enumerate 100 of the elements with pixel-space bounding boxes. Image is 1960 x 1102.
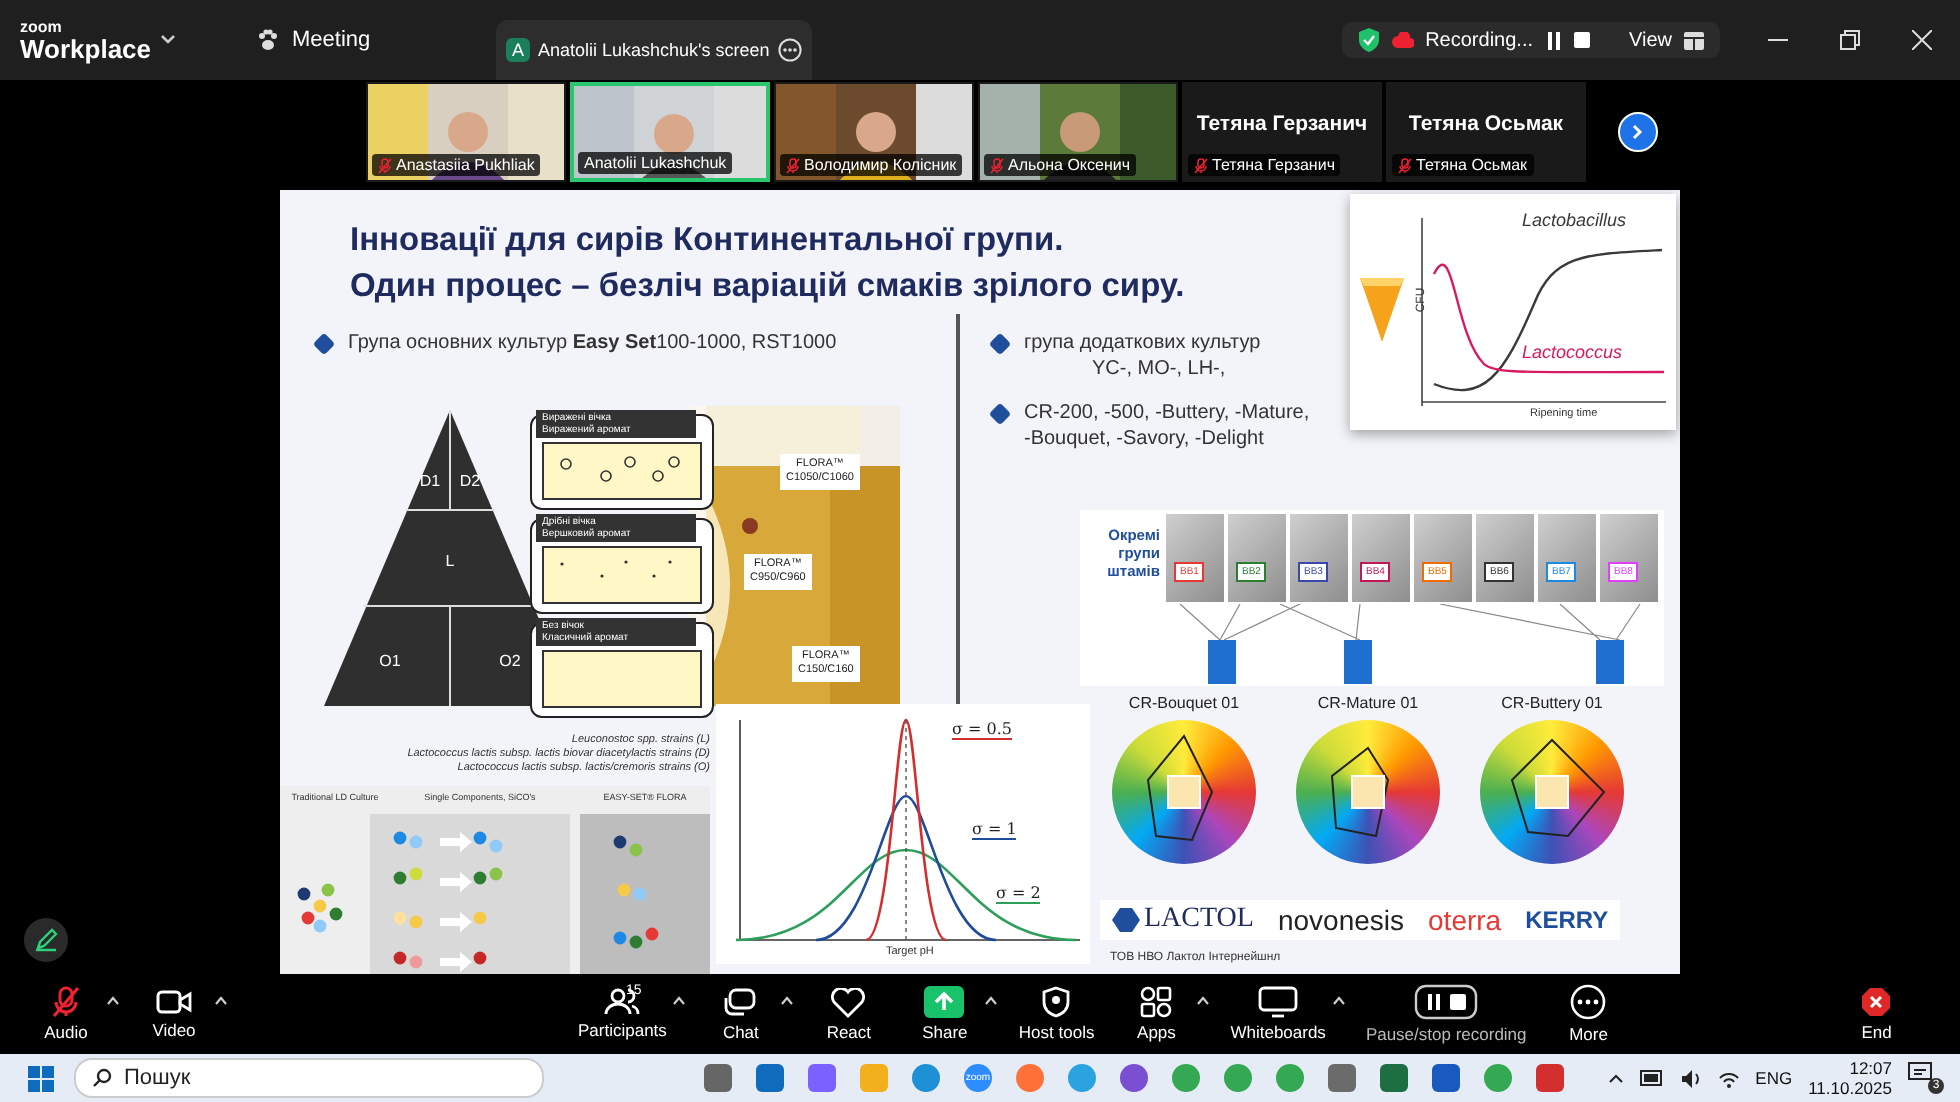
restore-icon[interactable] [1840, 30, 1860, 50]
app-icon[interactable] [1276, 1064, 1304, 1092]
bullet-text: група додаткових культур YC-, MO-, LH-, [1024, 330, 1261, 382]
curve-label: σ = 0.5 [952, 720, 1012, 740]
chevron-right-icon [1630, 124, 1646, 140]
bullet-icon [312, 332, 336, 356]
language-indicator[interactable]: ENG [1755, 1068, 1793, 1088]
participant-name: Тетяна Осьмак [1406, 112, 1566, 136]
caret-icon[interactable] [106, 995, 120, 1005]
share-tab[interactable]: A Anatolii Lukashchuk's screen [496, 20, 812, 80]
stop-icon[interactable] [1573, 32, 1589, 48]
app-icon[interactable] [756, 1064, 784, 1092]
participant-tile[interactable]: Альона Оксенич [978, 82, 1178, 182]
caret-icon[interactable] [672, 995, 687, 1005]
whiteboards-button[interactable]: Whiteboards [1230, 986, 1326, 1042]
app-icon[interactable] [1172, 1064, 1200, 1092]
share-icon [924, 986, 965, 1018]
shield-icon [1357, 28, 1380, 52]
app-icon[interactable] [1536, 1064, 1564, 1092]
app-icon[interactable] [912, 1064, 940, 1092]
app-icon[interactable] [1380, 1064, 1408, 1092]
close-icon[interactable] [1912, 30, 1932, 50]
search-field[interactable]: Пошук [74, 1058, 544, 1098]
end-icon [1860, 986, 1893, 1018]
participant-tile[interactable]: Володимир Колісник [774, 82, 974, 182]
cheese-icon [1358, 274, 1406, 346]
more-icon[interactable] [778, 38, 802, 62]
bullet-text: Група основних культур Easy Set100-1000, RST1000 [348, 330, 837, 356]
participant-tile[interactable]: Anastasiia Pukhliak [366, 82, 566, 182]
recording-status: Recording... [1425, 29, 1533, 51]
end-button[interactable]: End [1842, 986, 1911, 1042]
app-icon[interactable] [1484, 1064, 1512, 1092]
brand-logo: LACTOL [1144, 904, 1254, 936]
caret-icon[interactable] [1331, 995, 1346, 1005]
wifi-icon[interactable] [1717, 1069, 1740, 1087]
brand-logo: KERRY [1525, 906, 1609, 934]
blend-name: CR-Bouquet 01 [1128, 694, 1240, 712]
app-logo: zoom Workplace [20, 19, 154, 61]
blend-name: CR-Mature 01 [1317, 694, 1419, 712]
view-button[interactable]: View [1629, 29, 1672, 51]
chat-button[interactable]: Chat [706, 987, 775, 1041]
cloud-icon [1391, 32, 1414, 48]
app-icon[interactable] [1224, 1064, 1252, 1092]
brand-logo: novonesis [1277, 904, 1405, 936]
people-icon [604, 988, 641, 1016]
more-button[interactable]: More [1554, 984, 1623, 1044]
windows-start-icon[interactable] [28, 1065, 54, 1091]
caret-icon[interactable] [780, 995, 795, 1005]
curve-label: σ = 1 [972, 820, 1017, 840]
battery-icon [1639, 1070, 1666, 1086]
next-page-button[interactable] [1618, 112, 1658, 152]
bullet-icon [988, 402, 1012, 426]
name-label: Альона Оксенич [984, 154, 1137, 176]
task-view-icon[interactable] [704, 1064, 732, 1092]
chevron-icon[interactable] [1607, 1073, 1624, 1083]
meeting-label[interactable]: Meeting [292, 28, 371, 52]
hexagon-logo-icon [1112, 906, 1140, 934]
blend-name: CR-Buttery 01 [1501, 694, 1603, 712]
shield-icon [1040, 986, 1073, 1018]
camera-icon [156, 988, 192, 1016]
annotate-button[interactable] [24, 918, 68, 962]
name-label: Тетяна Осьмак [1392, 154, 1534, 176]
series-label: Lactococcus [1522, 342, 1623, 362]
curve-label: σ = 2 [996, 884, 1041, 904]
caret-icon[interactable] [984, 995, 999, 1005]
series-label: Lactobacillus [1522, 210, 1627, 230]
name-label: Anatolii Lukashchuk [578, 152, 733, 174]
speaker-icon[interactable] [1681, 1069, 1702, 1087]
host-button[interactable]: Host tools [1018, 986, 1095, 1042]
large-holes-icon [560, 456, 680, 482]
grid-icon[interactable] [1684, 31, 1704, 49]
participant-tile[interactable]: Anatolii Lukashchuk [570, 82, 770, 182]
bullet-icon [988, 332, 1012, 356]
recording-button[interactable]: Pause/stop recording [1365, 984, 1527, 1044]
more-icon [1570, 984, 1607, 1020]
apps-icon [1140, 986, 1173, 1018]
small-holes-icon [560, 560, 672, 578]
app-icon[interactable] [1328, 1064, 1356, 1092]
pencil-icon [34, 928, 58, 952]
react-button[interactable]: React [814, 987, 883, 1041]
app-icon[interactable] [1432, 1064, 1460, 1092]
pause-icon[interactable] [1545, 31, 1561, 49]
avatar: A [506, 38, 530, 62]
caret-icon[interactable] [1196, 995, 1211, 1005]
chat-icon [722, 987, 759, 1017]
video-button[interactable]: Video [140, 988, 208, 1040]
caret-icon[interactable] [214, 995, 228, 1005]
clock[interactable]: 12:07 11.10.2025 [1808, 1058, 1892, 1098]
audio-button[interactable]: Audio [32, 986, 100, 1042]
participant-tile[interactable]: Тетяна Герзанич Тетяна Герзанич [1182, 82, 1382, 182]
caret-icon[interactable] [160, 34, 176, 46]
apps-button[interactable]: Apps [1122, 986, 1191, 1042]
app-icon[interactable] [1120, 1064, 1148, 1092]
slide-title: Інновації для сирів Континентальної групи. Один процес – безліч варіацій смаків зрілого сиру. [350, 220, 1185, 308]
participant-tile[interactable]: Тетяна Осьмак Тетяна Осьмак [1386, 82, 1586, 182]
participant-name: Тетяна Герзанич [1194, 112, 1370, 136]
share-button[interactable]: Share [910, 986, 979, 1042]
pause-stop-icon [1414, 984, 1479, 1020]
app-icon[interactable] [808, 1064, 836, 1092]
name-label: Володимир Колісник [780, 154, 963, 176]
